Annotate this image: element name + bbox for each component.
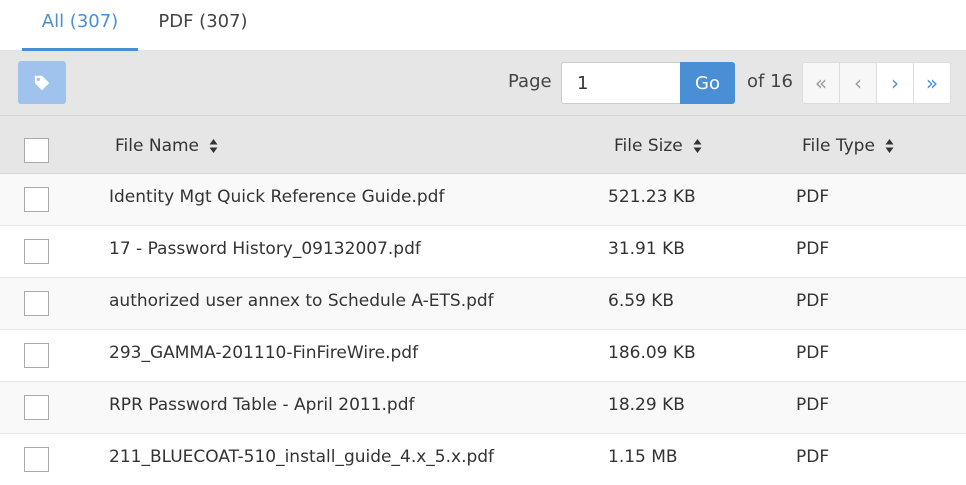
file-type-cell: PDF bbox=[796, 447, 830, 467]
file-name-cell[interactable]: authorized user annex to Schedule A-ETS.… bbox=[109, 291, 494, 311]
tab-pdf[interactable]: PDF (307) bbox=[152, 0, 254, 51]
column-label: File Name bbox=[115, 136, 200, 156]
column-header-file-size[interactable]: File Size bbox=[614, 136, 702, 156]
file-name-cell[interactable]: RPR Password Table - April 2011.pdf bbox=[109, 395, 415, 415]
file-size-cell: 18.29 KB bbox=[608, 395, 685, 415]
pagination: « ‹ › » bbox=[802, 62, 951, 104]
file-size-cell: 1.15 MB bbox=[608, 447, 678, 467]
table-row[interactable]: 17 - Password History_09132007.pdf 31.91… bbox=[0, 226, 966, 278]
row-checkbox[interactable] bbox=[24, 187, 49, 212]
tag-button[interactable] bbox=[18, 61, 66, 104]
column-label: File Type bbox=[802, 136, 875, 156]
table-row[interactable]: Identity Mgt Quick Reference Guide.pdf 5… bbox=[0, 174, 966, 226]
file-type-cell: PDF bbox=[796, 291, 830, 311]
prev-page-button[interactable]: ‹ bbox=[839, 62, 877, 104]
file-size-cell: 6.59 KB bbox=[608, 291, 675, 311]
table-body: Identity Mgt Quick Reference Guide.pdf 5… bbox=[0, 174, 966, 485]
first-page-button[interactable]: « bbox=[802, 62, 840, 104]
file-size-cell: 186.09 KB bbox=[608, 343, 696, 363]
tab-all[interactable]: All (307) bbox=[22, 0, 138, 52]
table-row[interactable]: authorized user annex to Schedule A-ETS.… bbox=[0, 278, 966, 330]
file-name-cell[interactable]: Identity Mgt Quick Reference Guide.pdf bbox=[109, 187, 444, 207]
row-checkbox[interactable] bbox=[24, 239, 49, 264]
table-header: File Name File Size File Type bbox=[0, 116, 966, 174]
next-page-button[interactable]: › bbox=[876, 62, 914, 104]
file-type-cell: PDF bbox=[796, 395, 830, 415]
file-size-cell: 31.91 KB bbox=[608, 239, 685, 259]
last-page-button[interactable]: » bbox=[913, 62, 951, 104]
file-name-cell[interactable]: 293_GAMMA-201110-FinFireWire.pdf bbox=[109, 343, 418, 363]
table-row[interactable]: 293_GAMMA-201110-FinFireWire.pdf 186.09 … bbox=[0, 330, 966, 382]
select-all-checkbox[interactable] bbox=[24, 138, 49, 163]
page-number-input[interactable] bbox=[561, 62, 680, 104]
toolbar: Page Go of 16 « ‹ › » bbox=[0, 51, 966, 116]
column-header-file-type[interactable]: File Type bbox=[802, 136, 894, 156]
total-pages-label: of 16 bbox=[747, 71, 793, 92]
file-name-cell[interactable]: 17 - Password History_09132007.pdf bbox=[109, 239, 421, 259]
sort-icon bbox=[885, 138, 894, 154]
table-row[interactable]: RPR Password Table - April 2011.pdf 18.2… bbox=[0, 382, 966, 434]
column-label: File Size bbox=[614, 136, 683, 156]
row-checkbox[interactable] bbox=[24, 447, 49, 472]
row-checkbox[interactable] bbox=[24, 395, 49, 420]
file-name-cell[interactable]: 211_BLUECOAT-510_install_guide_4.x_5.x.p… bbox=[109, 447, 494, 467]
tab-bar: All (307) PDF (307) bbox=[0, 0, 966, 52]
file-type-cell: PDF bbox=[796, 239, 830, 259]
column-header-file-name[interactable]: File Name bbox=[115, 136, 218, 156]
row-checkbox[interactable] bbox=[24, 343, 49, 368]
file-size-cell: 521.23 KB bbox=[608, 187, 696, 207]
file-type-cell: PDF bbox=[796, 187, 830, 207]
file-type-cell: PDF bbox=[796, 343, 830, 363]
sort-icon bbox=[209, 138, 218, 154]
table-row[interactable]: 211_BLUECOAT-510_install_guide_4.x_5.x.p… bbox=[0, 434, 966, 485]
go-button[interactable]: Go bbox=[680, 62, 735, 104]
tag-icon bbox=[34, 75, 50, 90]
page-label: Page bbox=[508, 71, 552, 92]
row-checkbox[interactable] bbox=[24, 291, 49, 316]
sort-icon bbox=[693, 138, 702, 154]
